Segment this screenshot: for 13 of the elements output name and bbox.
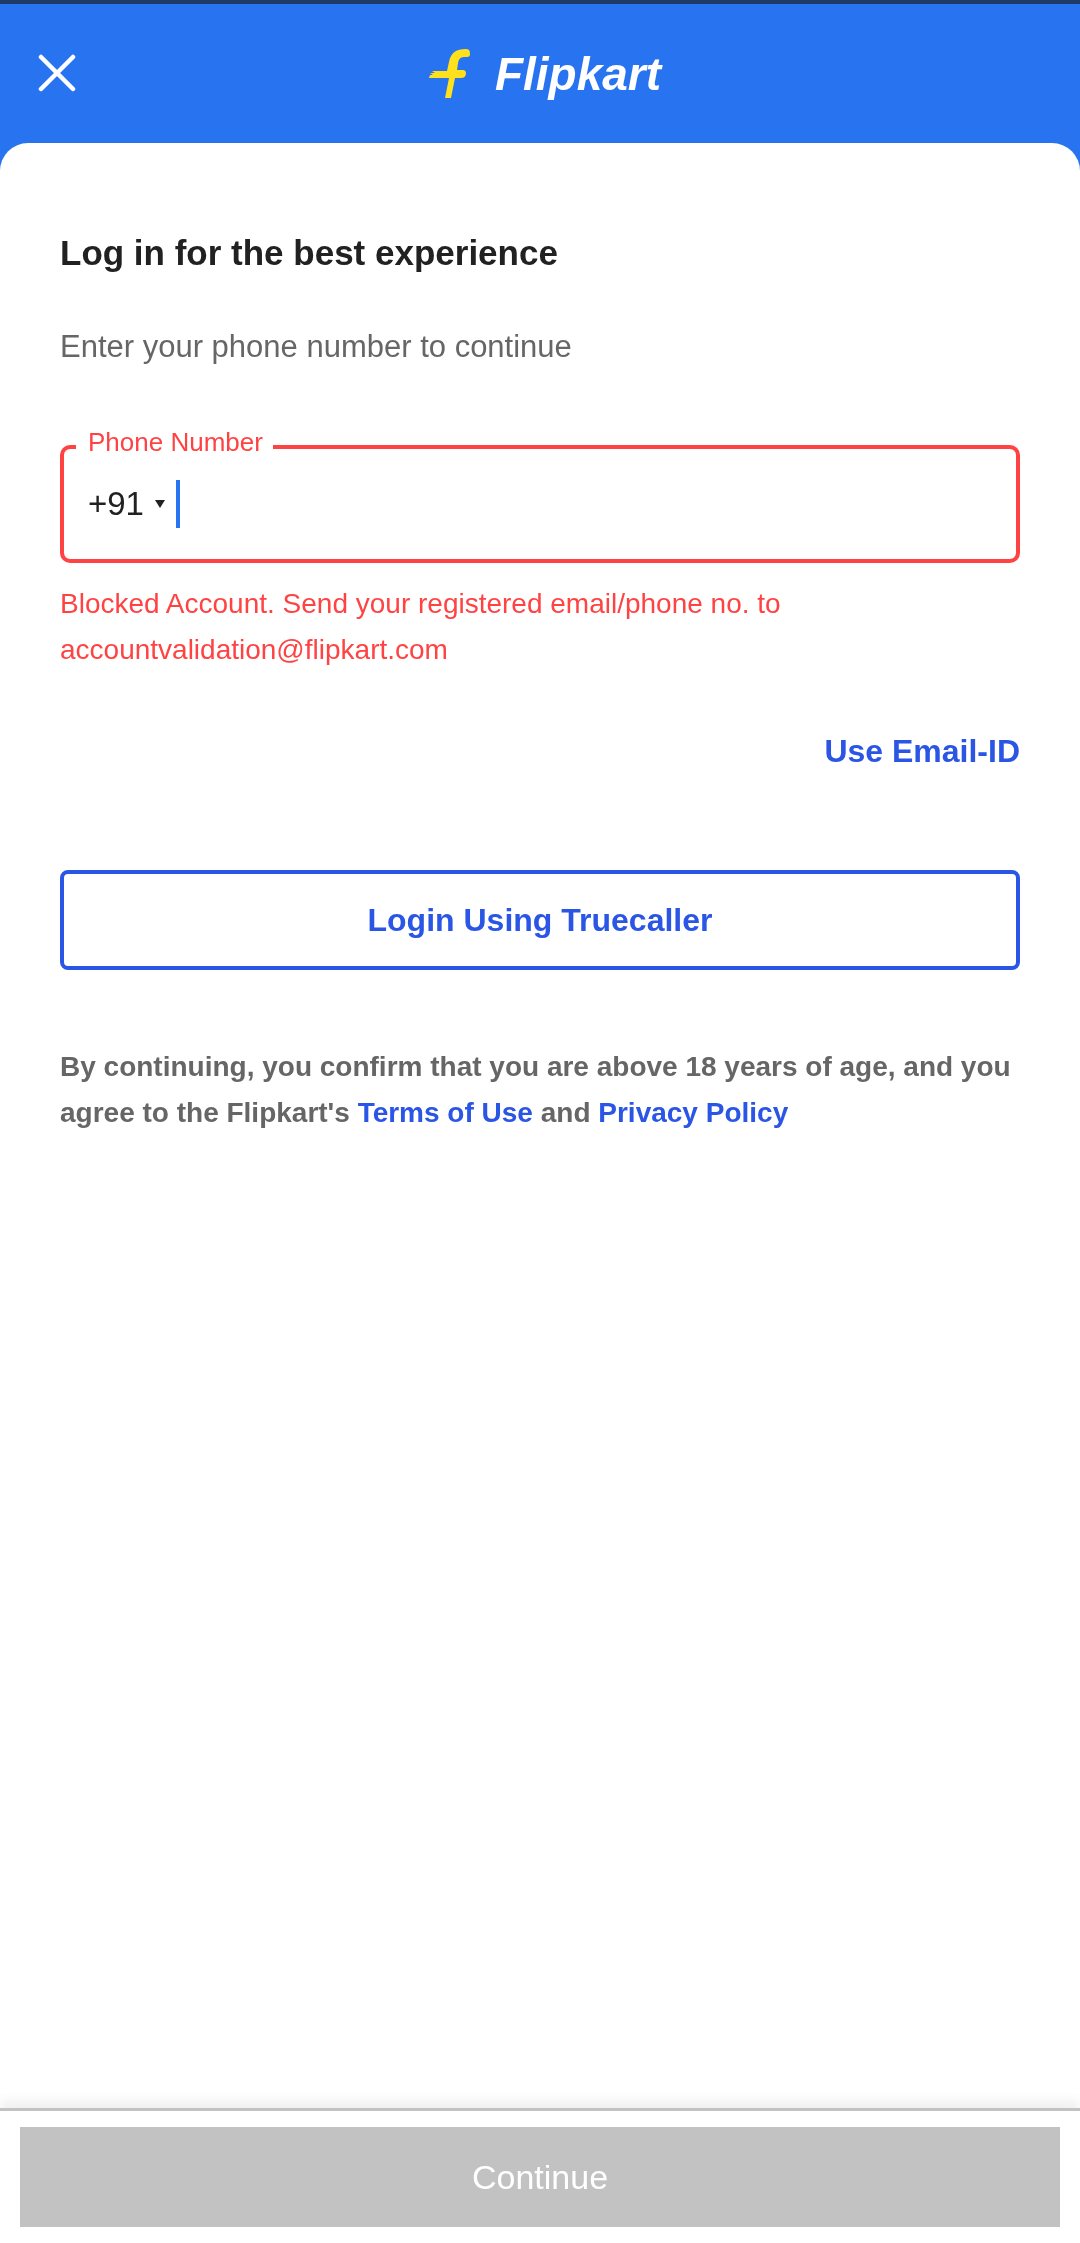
close-icon	[38, 54, 76, 92]
login-title: Log in for the best experience	[60, 233, 559, 273]
use-email-link[interactable]: Use Email-ID	[824, 733, 1020, 770]
consent-text: By continuing, you confirm that you are above 18 years of age, and you agree to the Flipkart's Terms of Use and Privacy Policy	[60, 1050, 1012, 1130]
error-message: Blocked Account. Send your registered email/phone no. to accountvalidation@flipkart.com	[60, 587, 782, 667]
dropdown-icon	[154, 499, 166, 509]
truecaller-login-button[interactable]: Login Using Truecaller	[60, 870, 1020, 970]
country-code-selector[interactable]: +91	[88, 485, 166, 523]
close-button[interactable]	[38, 54, 76, 92]
login-subtitle: Enter your phone number to continue	[60, 329, 573, 365]
terms-link[interactable]: Terms of Use	[357, 1097, 533, 1128]
brand-name: Flipkart	[494, 46, 662, 101]
privacy-link[interactable]: Privacy Policy	[598, 1097, 789, 1128]
